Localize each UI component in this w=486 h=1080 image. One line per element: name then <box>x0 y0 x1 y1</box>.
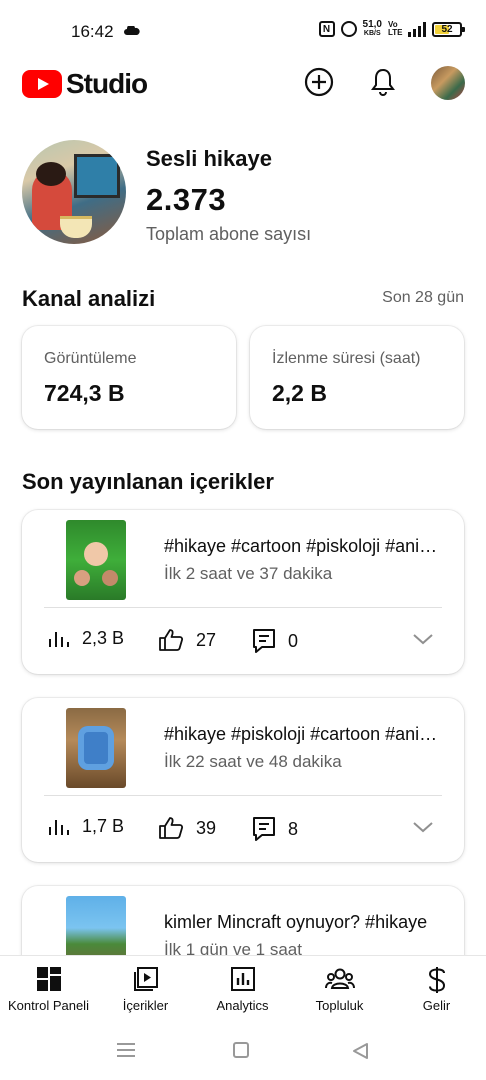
youtube-studio-logo[interactable]: Studio <box>22 68 148 100</box>
analytics-icon <box>230 967 255 991</box>
analytics-period: Son 28 gün <box>382 289 464 306</box>
battery-level: 52 <box>441 23 453 35</box>
channel-name: Sesli hikaye <box>146 146 272 171</box>
nav-content[interactable]: İçerikler <box>97 956 194 1026</box>
video-title[interactable]: #hikaye #piskoloji #cartoon #animation <box>164 724 444 745</box>
nav-dashboard[interactable]: Kontrol Paneli <box>0 956 97 1026</box>
likes-stat: 39 <box>158 816 216 840</box>
nav-analytics[interactable]: Analytics <box>194 956 291 1026</box>
content-icon <box>133 967 158 991</box>
video-stats: 2,3 B 27 0 <box>44 622 442 662</box>
thumbs-up-icon <box>159 817 184 839</box>
community-icon <box>324 968 355 989</box>
channel-summary: Sesli hikaye 2.373 Toplam abone sayısı <box>22 140 464 246</box>
bar-chart-icon <box>49 819 69 835</box>
nav-label: Kontrol Paneli <box>8 998 89 1013</box>
status-icons: N 51,0 KB/S Vo LTE 52 <box>318 19 465 38</box>
bottom-navigation: Kontrol Paneli İçerikler Analytics Toplu… <box>0 955 486 1025</box>
nav-label: Topluluk <box>315 998 364 1013</box>
content-card[interactable]: #hikaye #piskoloji #cartoon #animation İ… <box>22 698 464 862</box>
dashboard-icon <box>36 967 61 991</box>
create-button[interactable] <box>303 66 335 98</box>
volte-indicator: Vo LTE <box>388 20 403 37</box>
watch-time-metric-card[interactable]: İzlenme süresi (saat) 2,2 B <box>250 326 464 429</box>
youtube-play-icon <box>22 70 62 98</box>
comments-count: 0 <box>288 630 299 651</box>
comments-stat: 8 <box>252 816 298 842</box>
video-stats: 1,7 B 39 8 <box>44 810 442 850</box>
chevron-down-icon[interactable] <box>412 820 434 834</box>
video-title[interactable]: #hikaye #cartoon #piskoloji #animation <box>164 536 444 557</box>
network-speed: 51,0 KB/S <box>362 19 382 38</box>
video-thumbnail[interactable] <box>66 708 126 788</box>
app-header: Studio <box>0 64 486 104</box>
metric-value: 2,2 B <box>272 380 327 406</box>
divider <box>44 795 442 796</box>
video-period: İlk 22 saat ve 48 dakika <box>164 752 342 771</box>
home-icon[interactable] <box>233 1042 249 1058</box>
video-title[interactable]: kimler Mincraft oynuyor? #hikaye <box>164 912 444 933</box>
system-navigation-bar <box>0 1025 486 1080</box>
status-time: 16:42 <box>71 22 114 41</box>
subscriber-count: 2.373 <box>146 182 227 217</box>
video-thumbnail[interactable] <box>66 520 126 600</box>
divider <box>44 607 442 608</box>
comments-count: 8 <box>288 818 299 839</box>
comment-icon <box>253 629 275 653</box>
views-stat: 2,3 B <box>48 628 124 649</box>
comment-icon <box>253 817 275 841</box>
subscriber-label: Toplam abone sayısı <box>146 224 312 244</box>
metric-label: Görüntüleme <box>44 350 137 367</box>
notifications-bell-icon[interactable] <box>367 66 399 98</box>
metric-value: 724,3 B <box>44 380 125 406</box>
channel-avatar <box>22 140 126 244</box>
views-metric-card[interactable]: Görüntüleme 724,3 B <box>22 326 236 429</box>
recent-apps-icon[interactable] <box>117 1043 135 1057</box>
likes-stat: 27 <box>158 628 216 652</box>
thumbs-up-icon <box>159 629 184 651</box>
logo-text: Studio <box>66 68 148 99</box>
cloud-icon <box>124 26 140 35</box>
nav-label: Gelir <box>422 998 451 1013</box>
battery-icon: 52 <box>432 21 465 37</box>
likes-count: 27 <box>196 629 217 650</box>
video-period: İlk 2 saat ve 37 dakika <box>164 564 333 583</box>
metric-label: İzlenme süresi (saat) <box>272 350 421 367</box>
recent-content-title: Son yayınlanan içerikler <box>22 469 274 494</box>
channel-analytics-title: Kanal analizi <box>22 286 156 311</box>
content-card[interactable]: #hikaye #cartoon #piskoloji #animation İ… <box>22 510 464 674</box>
nav-label: İçerikler <box>122 998 169 1013</box>
nav-label: Analytics <box>216 998 269 1013</box>
comments-stat: 0 <box>252 628 298 654</box>
status-bar: 16:42 N 51,0 KB/S Vo LTE 52 <box>0 0 486 64</box>
nfc-icon: N <box>318 21 335 37</box>
alarm-icon <box>340 21 357 37</box>
likes-count: 39 <box>196 817 217 838</box>
earn-icon <box>428 967 445 993</box>
nav-community[interactable]: Topluluk <box>291 956 388 1026</box>
views-count: 2,3 B <box>82 628 125 648</box>
back-icon[interactable] <box>351 1042 369 1060</box>
account-avatar[interactable] <box>431 66 465 100</box>
bar-chart-icon <box>49 631 69 647</box>
views-stat: 1,7 B <box>48 816 124 837</box>
signal-icon <box>408 21 426 37</box>
chevron-down-icon[interactable] <box>412 632 434 646</box>
nav-earn[interactable]: Gelir <box>388 956 485 1026</box>
views-count: 1,7 B <box>82 816 125 836</box>
